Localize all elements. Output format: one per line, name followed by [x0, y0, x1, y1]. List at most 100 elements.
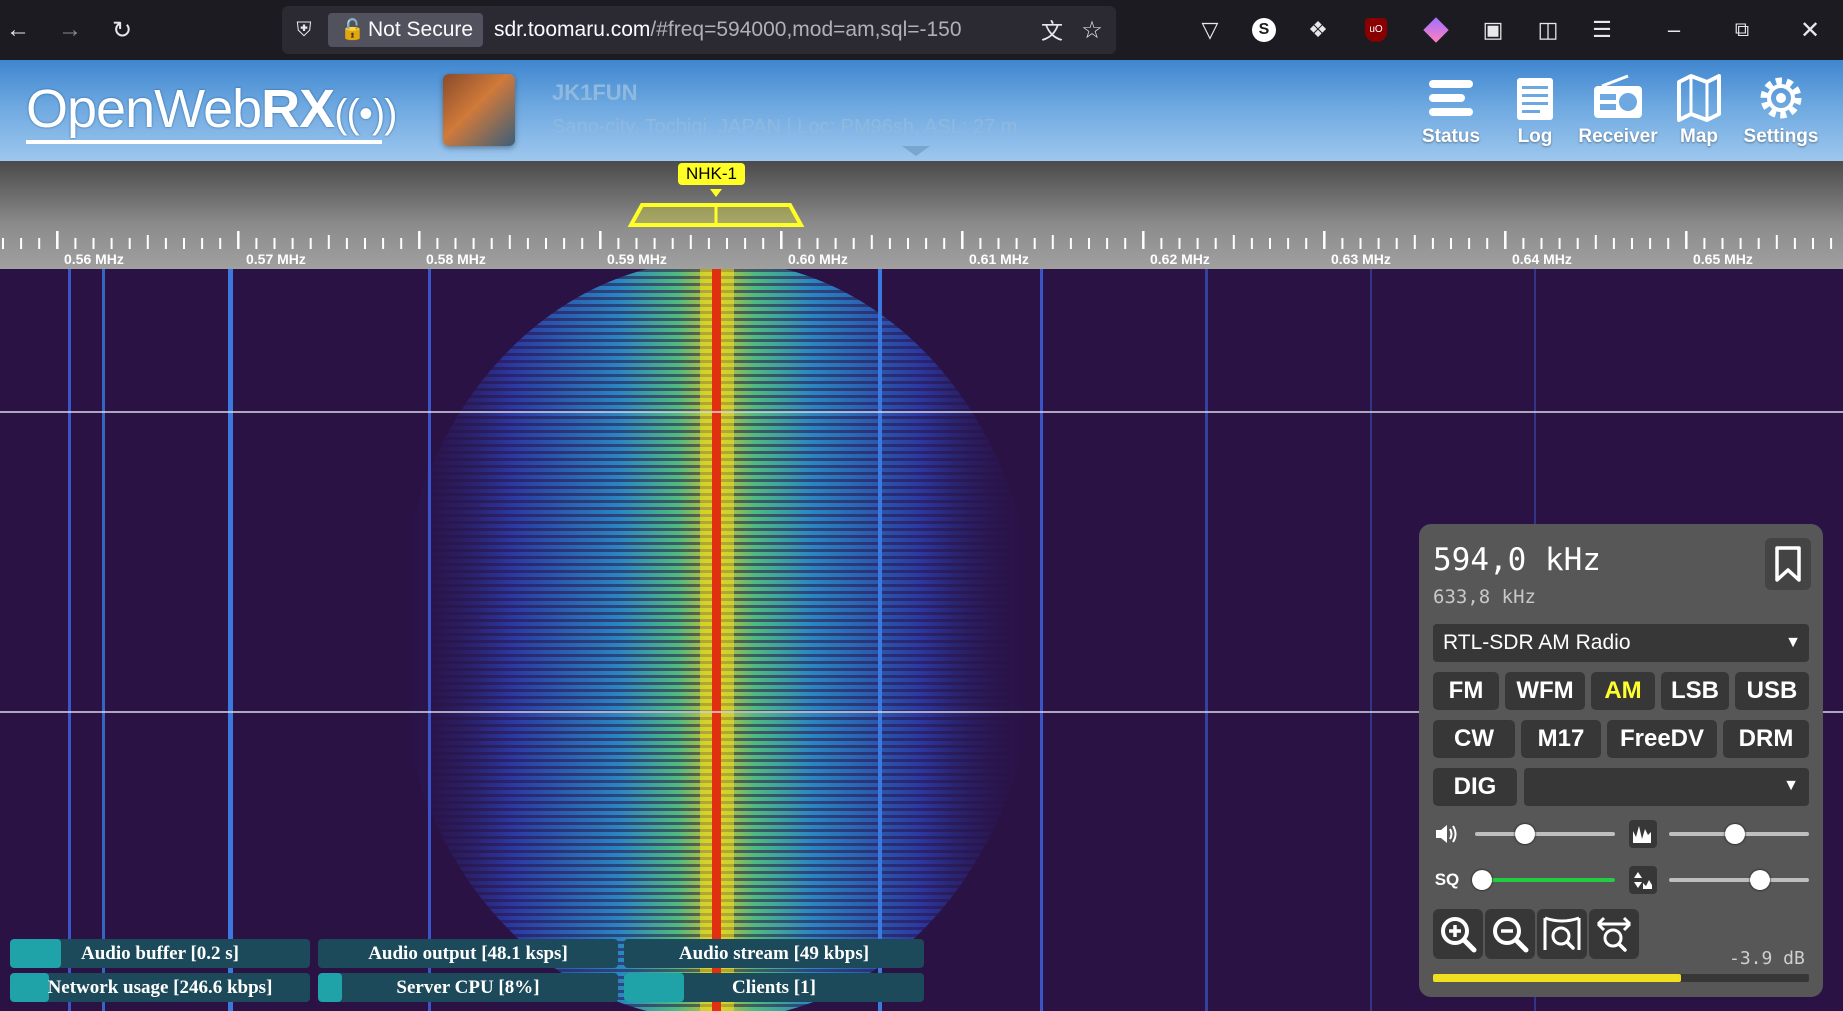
mode-am-button[interactable]: AM	[1591, 672, 1655, 710]
not-secure-badge[interactable]: 🔓 Not Secure	[328, 13, 484, 47]
volume-slider-track[interactable]	[1475, 832, 1615, 836]
freq-label-062: 0.62 MHz	[1150, 251, 1210, 267]
minimize-icon[interactable]: –	[1656, 12, 1692, 48]
logo-underline	[26, 140, 382, 144]
freq-label-063: 0.63 MHz	[1331, 251, 1391, 267]
mode-fm-button[interactable]: FM	[1433, 672, 1499, 710]
bookmark-button[interactable]	[1765, 538, 1811, 590]
log-icon	[1517, 78, 1553, 120]
nav-receiver-button[interactable]: Receiver	[1574, 72, 1662, 152]
status-clients: Clients [1]	[624, 973, 924, 1002]
freq-label-057: 0.57 MHz	[246, 251, 306, 267]
chevron-down-icon: ▼	[1785, 634, 1801, 651]
zoom-full-icon	[1596, 916, 1632, 952]
noise-reduction-slider-knob[interactable]	[1724, 824, 1745, 844]
mode-wfm-button[interactable]: WFM	[1505, 672, 1585, 710]
url-path: /#freq=594000,mod=am,sql=-150	[650, 18, 962, 41]
freq-label-061: 0.61 MHz	[969, 251, 1029, 267]
url-text[interactable]: sdr.toomaru.com/#freq=594000,mod=am,sql=…	[494, 6, 962, 54]
s-meter-fill	[1433, 974, 1682, 982]
freq-label-064: 0.64 MHz	[1512, 251, 1572, 267]
status-fill	[624, 973, 684, 1002]
openwebrx-logo[interactable]: OpenWebRX((•))	[26, 78, 397, 144]
receiver-panel: 594,0 kHz 633,8 kHz RTL-SDR AM Radio ▼ F…	[1419, 524, 1823, 997]
status-network-usage: Network usage [246.6 kbps]	[10, 973, 310, 1002]
frequency-scale[interactable]: NHK-1 0.56 MHz 0.57 MHz 0.58 MHz 0.59 MH…	[0, 161, 1843, 269]
status-audio-buffer: Audio buffer [0.2 s]	[10, 939, 310, 968]
translate-icon[interactable]: 文	[1034, 12, 1070, 48]
ublock-icon[interactable]: uO	[1358, 12, 1394, 48]
status-fill	[10, 973, 49, 1002]
freq-label-058: 0.58 MHz	[426, 251, 486, 267]
nav-status-button[interactable]: Status	[1416, 72, 1486, 152]
close-icon[interactable]: ✕	[1792, 12, 1828, 48]
status-icon	[1429, 80, 1473, 116]
collapse-chevron-icon[interactable]	[902, 146, 930, 156]
forward-icon[interactable]: →	[52, 12, 88, 48]
zoom-in-icon	[1441, 917, 1477, 953]
gain-icon[interactable]	[1629, 866, 1657, 894]
bookmark-icon	[1775, 546, 1801, 582]
openwebrx-header: OpenWebRX((•)) JK1FUN Sano-city, Tochigi…	[0, 60, 1843, 161]
receiver-avatar	[443, 74, 515, 146]
extension-gem-icon[interactable]	[1418, 12, 1454, 48]
zoom-out-button[interactable]	[1485, 909, 1535, 959]
gain-slider-track[interactable]	[1669, 878, 1809, 882]
zoom-out-icon	[1493, 917, 1529, 953]
status-audio-stream: Audio stream [49 kbps]	[624, 939, 924, 968]
receiver-icon	[1594, 74, 1642, 118]
lock-icon: 🔓	[340, 19, 365, 41]
mode-dig-button[interactable]: DIG	[1433, 768, 1517, 806]
zoom-full-button[interactable]	[1589, 909, 1639, 959]
squelch-slider-knob[interactable]	[1472, 870, 1492, 890]
restore-icon[interactable]: ⧉	[1724, 12, 1760, 48]
sidebar-icon[interactable]: ◫	[1530, 12, 1566, 48]
freq-label-060: 0.60 MHz	[788, 251, 848, 267]
mode-drm-button[interactable]: DRM	[1723, 720, 1809, 758]
url-host: sdr.toomaru.com	[494, 18, 651, 41]
mode-freedv-button[interactable]: FreeDV	[1607, 720, 1717, 758]
account-icon[interactable]: S	[1246, 12, 1282, 48]
freq-label-065: 0.65 MHz	[1693, 251, 1753, 267]
menu-icon[interactable]: ☰	[1584, 12, 1620, 48]
offset-frequency-display: 633,8 kHz	[1433, 586, 1536, 608]
map-icon	[1677, 74, 1721, 122]
nav-settings-button[interactable]: Settings	[1736, 72, 1826, 152]
back-icon[interactable]: ←	[0, 12, 36, 48]
container-icon[interactable]: ▣	[1475, 12, 1511, 48]
zoom-to-band-button[interactable]	[1537, 909, 1587, 959]
receiver-name: JK1FUN	[552, 80, 638, 105]
shield-icon[interactable]: ⛨	[286, 12, 322, 48]
status-audio-output: Audio output [48.1 ksps]	[318, 939, 618, 968]
digital-mode-select[interactable]: ▼	[1524, 768, 1809, 806]
squelch-slider-track[interactable]	[1475, 878, 1615, 882]
receiver-location: Sano-city, Tochigi, JAPAN | Loc: PM96sh,…	[552, 116, 1018, 138]
s-meter	[1433, 974, 1809, 982]
signal-level-db: -3.9 dB	[1729, 948, 1805, 969]
mode-lsb-button[interactable]: LSB	[1661, 672, 1729, 710]
gain-slider-knob[interactable]	[1750, 870, 1770, 890]
zoom-in-button[interactable]	[1433, 909, 1483, 959]
status-server-cpu: Server CPU [8%]	[318, 973, 618, 1002]
squelch-icon[interactable]: SQ	[1433, 866, 1461, 894]
zoom-band-icon	[1543, 916, 1581, 950]
chevron-down-icon: ▼	[1783, 777, 1799, 794]
star-icon[interactable]: ☆	[1074, 12, 1110, 48]
profile-select[interactable]: RTL-SDR AM Radio ▼	[1433, 624, 1809, 662]
extensions-icon[interactable]: ❖	[1300, 12, 1336, 48]
mode-usb-button[interactable]: USB	[1735, 672, 1809, 710]
noise-reduction-icon[interactable]	[1629, 820, 1657, 848]
reload-icon[interactable]: ↻	[104, 12, 140, 48]
url-bar[interactable]: ⛨ 🔓 Not Secure sdr.toomaru.com/#freq=594…	[282, 6, 1116, 54]
volume-icon[interactable]	[1433, 820, 1461, 848]
frequency-display[interactable]: 594,0 kHz	[1433, 542, 1601, 578]
mode-cw-button[interactable]: CW	[1433, 720, 1515, 758]
mode-m17-button[interactable]: M17	[1521, 720, 1601, 758]
status-fill	[318, 973, 342, 1002]
volume-slider-knob[interactable]	[1515, 824, 1536, 844]
freq-label-056: 0.56 MHz	[64, 251, 124, 267]
nav-log-button[interactable]: Log	[1500, 72, 1570, 152]
nav-map-button[interactable]: Map	[1664, 72, 1734, 152]
pocket-icon[interactable]: ▽	[1192, 12, 1228, 48]
browser-toolbar: ← → ↻ ⛨ 🔓 Not Secure sdr.toomaru.com/#fr…	[0, 0, 1843, 60]
